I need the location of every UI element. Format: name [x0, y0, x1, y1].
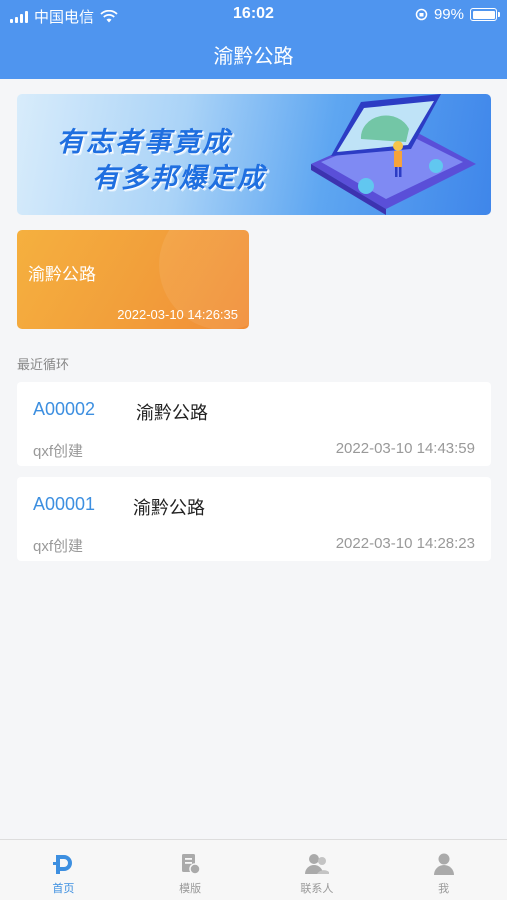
item-name: 渝黔公路: [136, 403, 208, 423]
list-item[interactable]: A00002 渝黔公路 qxf创建 2022-03-10 14:43:59: [17, 382, 491, 466]
tab-label: 首页: [52, 883, 75, 895]
recent-section-label: 最近循环: [17, 357, 70, 372]
item-creator: qxf创建: [33, 443, 84, 460]
project-card-name: 渝黔公路: [28, 265, 96, 284]
list-item[interactable]: A00001 渝黔公路 qxf创建 2022-03-10 14:28:23: [17, 477, 491, 561]
project-card[interactable]: 渝黔公路 2022-03-10 14:26:35: [17, 230, 249, 329]
item-creator: qxf创建: [33, 538, 84, 555]
tab-profile[interactable]: 我: [380, 840, 507, 900]
top-bar: 中国电信 16:02 99% 渝黔公路: [0, 0, 507, 79]
tab-template[interactable]: 模版: [127, 840, 254, 900]
orientation-lock-icon: [415, 8, 428, 21]
contacts-icon: [304, 854, 329, 874]
tab-label: 联系人: [300, 883, 334, 895]
tab-label: 模版: [179, 883, 202, 895]
profile-icon: [433, 853, 454, 875]
tab-label: 我: [438, 883, 450, 895]
status-bar: 中国电信 16:02 99%: [0, 0, 507, 30]
banner-line2: 有多邦爆定成: [92, 163, 266, 193]
battery-icon: [470, 8, 500, 21]
tab-home[interactable]: 首页: [0, 840, 127, 900]
battery-percent: 99%: [433, 6, 464, 23]
banner-line1: 有志者事竟成: [57, 127, 231, 157]
tab-bar: 首页 模版 联系人 我: [0, 839, 507, 900]
item-code: A00001: [33, 494, 96, 514]
tab-contacts[interactable]: 联系人: [254, 840, 381, 900]
project-card-time: 2022-03-10 14:26:35: [117, 307, 238, 322]
home-icon: [53, 855, 73, 874]
template-icon: [182, 854, 201, 875]
item-code: A00002: [33, 399, 96, 419]
banner[interactable]: 有志者事竟成 有多邦爆定成: [17, 94, 491, 215]
laptop-illustration-icon: [311, 94, 476, 215]
page-title: 渝黔公路: [213, 46, 294, 68]
item-date: 2022-03-10 14:43:59: [335, 440, 475, 457]
item-name: 渝黔公路: [133, 498, 205, 518]
item-date: 2022-03-10 14:28:23: [335, 535, 475, 552]
